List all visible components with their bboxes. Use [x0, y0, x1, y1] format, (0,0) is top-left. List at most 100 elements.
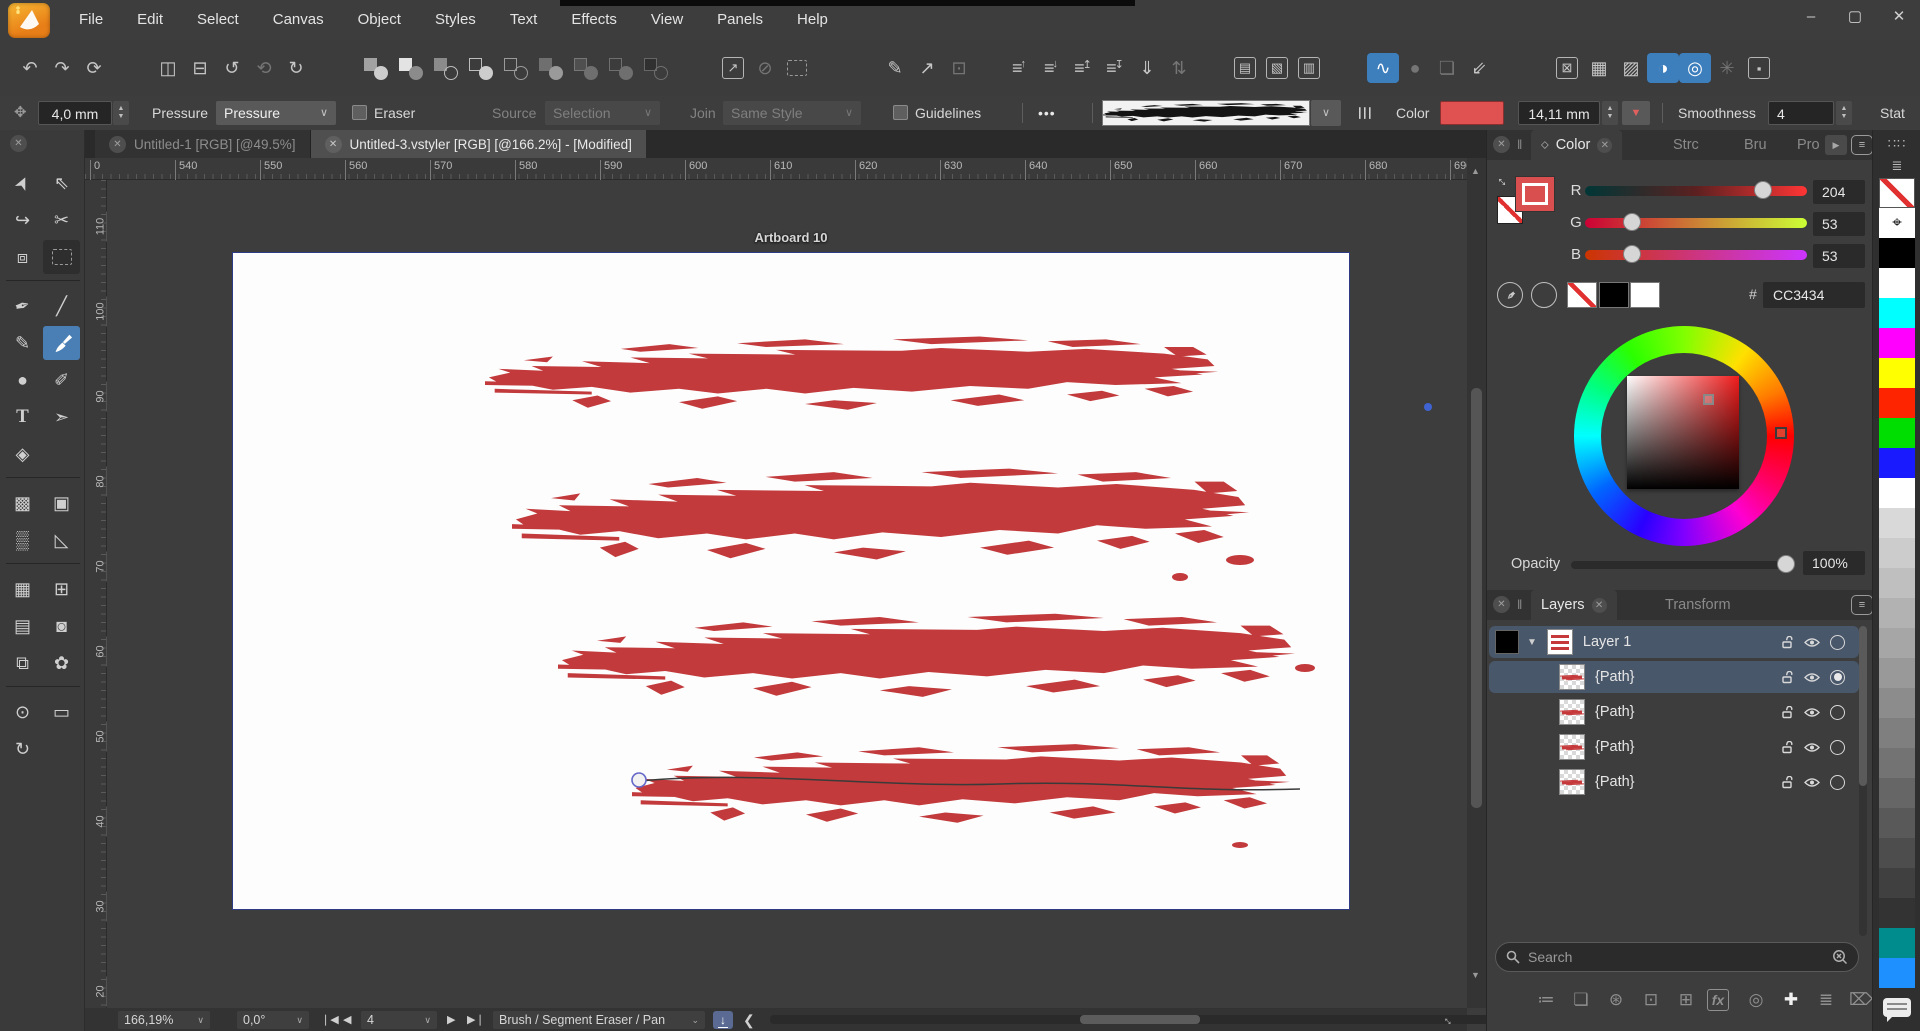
panel-close-icon[interactable]: ✕ [1493, 596, 1510, 613]
horizontal-scroll-thumb[interactable] [1080, 1015, 1200, 1024]
brush-list-icon[interactable]: ☰ [1351, 106, 1375, 120]
hue-marker[interactable] [1775, 427, 1787, 439]
tab-layers[interactable]: Layers ✕ [1531, 590, 1617, 620]
horizontal-scrollbar[interactable] [770, 1015, 1525, 1024]
tab-overflow-icon[interactable]: ▶ [1825, 135, 1847, 155]
first-page-button[interactable]: ❘◀ [321, 1011, 339, 1029]
snap-icon[interactable]: ✳ [1711, 53, 1743, 83]
tab-transform[interactable]: Transform [1655, 590, 1741, 620]
history-panel-icon[interactable]: ▤ [1229, 53, 1261, 83]
dots-grid-icon[interactable]: ∷∷ [1873, 136, 1920, 152]
scale-object-icon[interactable]: ↗ [717, 53, 749, 83]
smooth-pencil-tool[interactable]: ✐ [43, 363, 80, 397]
perspective-tool[interactable]: ◺ [43, 523, 80, 557]
brush-preview-dropdown[interactable]: ∨ [1311, 100, 1341, 126]
intersect-icon[interactable] [468, 57, 493, 80]
delete-layer-icon[interactable]: ⌦ [1847, 986, 1875, 1014]
target-circle-icon[interactable] [1830, 705, 1845, 720]
color-swatch[interactable] [1879, 238, 1915, 268]
trim-icon[interactable] [573, 57, 598, 80]
channel-handle[interactable] [1623, 245, 1641, 263]
path-thumbnail[interactable] [1559, 664, 1585, 690]
node-tool[interactable]: ⇖ [43, 166, 80, 200]
fit-view-icon[interactable]: ↔ [1438, 1009, 1460, 1031]
layer-name[interactable]: {Path} [1595, 774, 1635, 790]
brush-tool[interactable] [43, 326, 80, 360]
halftone-tool[interactable]: ▦ [4, 572, 41, 606]
panel-menu-icon[interactable]: ≡ [1851, 135, 1873, 155]
color-swatch[interactable] [1879, 538, 1915, 568]
swap-fill-stroke-icon[interactable]: ↔ [1493, 169, 1514, 190]
tab-close-icon[interactable]: ✕ [1592, 598, 1607, 613]
merge-layers-icon[interactable]: ≣ [1812, 986, 1840, 1014]
white-swatch[interactable] [1630, 282, 1660, 308]
menu-canvas[interactable]: Canvas [256, 0, 341, 40]
color-swatch[interactable] [1879, 868, 1915, 898]
pencil-tool[interactable]: ✎ [4, 326, 41, 360]
color-swatch[interactable] [1879, 898, 1915, 928]
last-page-button[interactable]: ▶❘ [467, 1011, 485, 1029]
none-color-swatch[interactable] [1567, 282, 1597, 308]
layer-thumbnail[interactable] [1547, 629, 1573, 655]
artboard[interactable] [232, 252, 1350, 910]
color-swatch[interactable] [1879, 298, 1915, 328]
target-circle-icon[interactable] [1830, 635, 1845, 650]
lock-icon[interactable] [1781, 671, 1794, 684]
layer-row[interactable]: {Path} [1489, 766, 1859, 798]
undo-icon[interactable]: ↶ [14, 53, 46, 83]
bring-forward-icon[interactable]: ≡↥ [1067, 53, 1099, 83]
send-backward-icon[interactable]: ≡↧ [1099, 53, 1131, 83]
image-gradient-tool[interactable]: ▣ [43, 486, 80, 520]
color-swatch[interactable] [1879, 508, 1915, 538]
expand-triangle-icon[interactable]: ▼ [1527, 637, 1537, 648]
none-swatch[interactable] [1879, 178, 1915, 208]
open-copy-icon[interactable]: ↗ [911, 53, 943, 83]
isolate-icon[interactable]: ⊡ [943, 53, 975, 83]
line-tool[interactable]: ╱ [43, 289, 80, 323]
smoothness-input[interactable]: 4 [1768, 101, 1834, 125]
path-thumbnail[interactable] [1559, 699, 1585, 725]
minimize-button[interactable]: – [1796, 4, 1826, 30]
color-swatch[interactable] [1879, 448, 1915, 478]
saturation-value-square[interactable] [1627, 376, 1739, 489]
lock-icon[interactable] [1781, 776, 1794, 789]
menu-view[interactable]: View [634, 0, 700, 40]
layer-row[interactable]: {Path} [1489, 731, 1859, 763]
panel-menu-icon[interactable]: ≡ [1851, 595, 1873, 615]
search-input[interactable] [1528, 949, 1824, 965]
color-swatch[interactable] [1879, 718, 1915, 748]
clip-group-icon[interactable]: ⊡ [1637, 986, 1665, 1014]
bring-front-icon[interactable]: ≡↑ [1003, 53, 1035, 83]
layer-name[interactable]: {Path} [1595, 669, 1635, 685]
color-swatch[interactable] [1879, 568, 1915, 598]
import-place-icon[interactable]: ⇙ [1463, 53, 1495, 83]
sv-marker[interactable] [1703, 394, 1714, 405]
subtract-back-icon[interactable] [433, 57, 458, 80]
brush-preview[interactable] [1102, 100, 1310, 126]
layer-name[interactable]: Layer 1 [1583, 634, 1631, 650]
panel-drag-handle[interactable]: ‖ [1517, 137, 1522, 152]
fill-circle-icon[interactable]: ◑ [1647, 53, 1679, 83]
scatter-tool[interactable]: ✿ [43, 646, 80, 680]
color-swatch[interactable] [1879, 358, 1915, 388]
menu-text[interactable]: Text [493, 0, 555, 40]
target-circle-icon[interactable] [1830, 775, 1845, 790]
artboard-tool[interactable]: ▭ [43, 695, 80, 729]
rotate-canvas-tool[interactable]: ↻ [4, 732, 41, 766]
crop-icon[interactable] [643, 57, 668, 80]
blend-group-icon[interactable]: ⊛ [1602, 986, 1630, 1014]
brush-color-swatch[interactable] [1440, 101, 1504, 125]
menu-effects[interactable]: Effects [554, 0, 634, 40]
comment-icon[interactable] [1883, 998, 1911, 1017]
brush-size-dropdown[interactable]: ▼ [1622, 101, 1650, 125]
vs-mode-icon[interactable]: ∿ [1367, 53, 1399, 83]
distribute-icon[interactable]: ⇅ [1163, 53, 1195, 83]
color-mode-circle-icon[interactable] [1531, 282, 1557, 308]
new-layer-icon[interactable]: ✚ [1777, 986, 1805, 1014]
blob-tool[interactable]: ● [4, 363, 41, 397]
send-back-icon[interactable]: ≡↓ [1035, 53, 1067, 83]
pixel-point-icon[interactable]: ▪ [1743, 53, 1775, 83]
menu-styles[interactable]: Styles [418, 0, 493, 40]
menu-select[interactable]: Select [180, 0, 256, 40]
constrain-icon[interactable]: ⊘ [749, 53, 781, 83]
